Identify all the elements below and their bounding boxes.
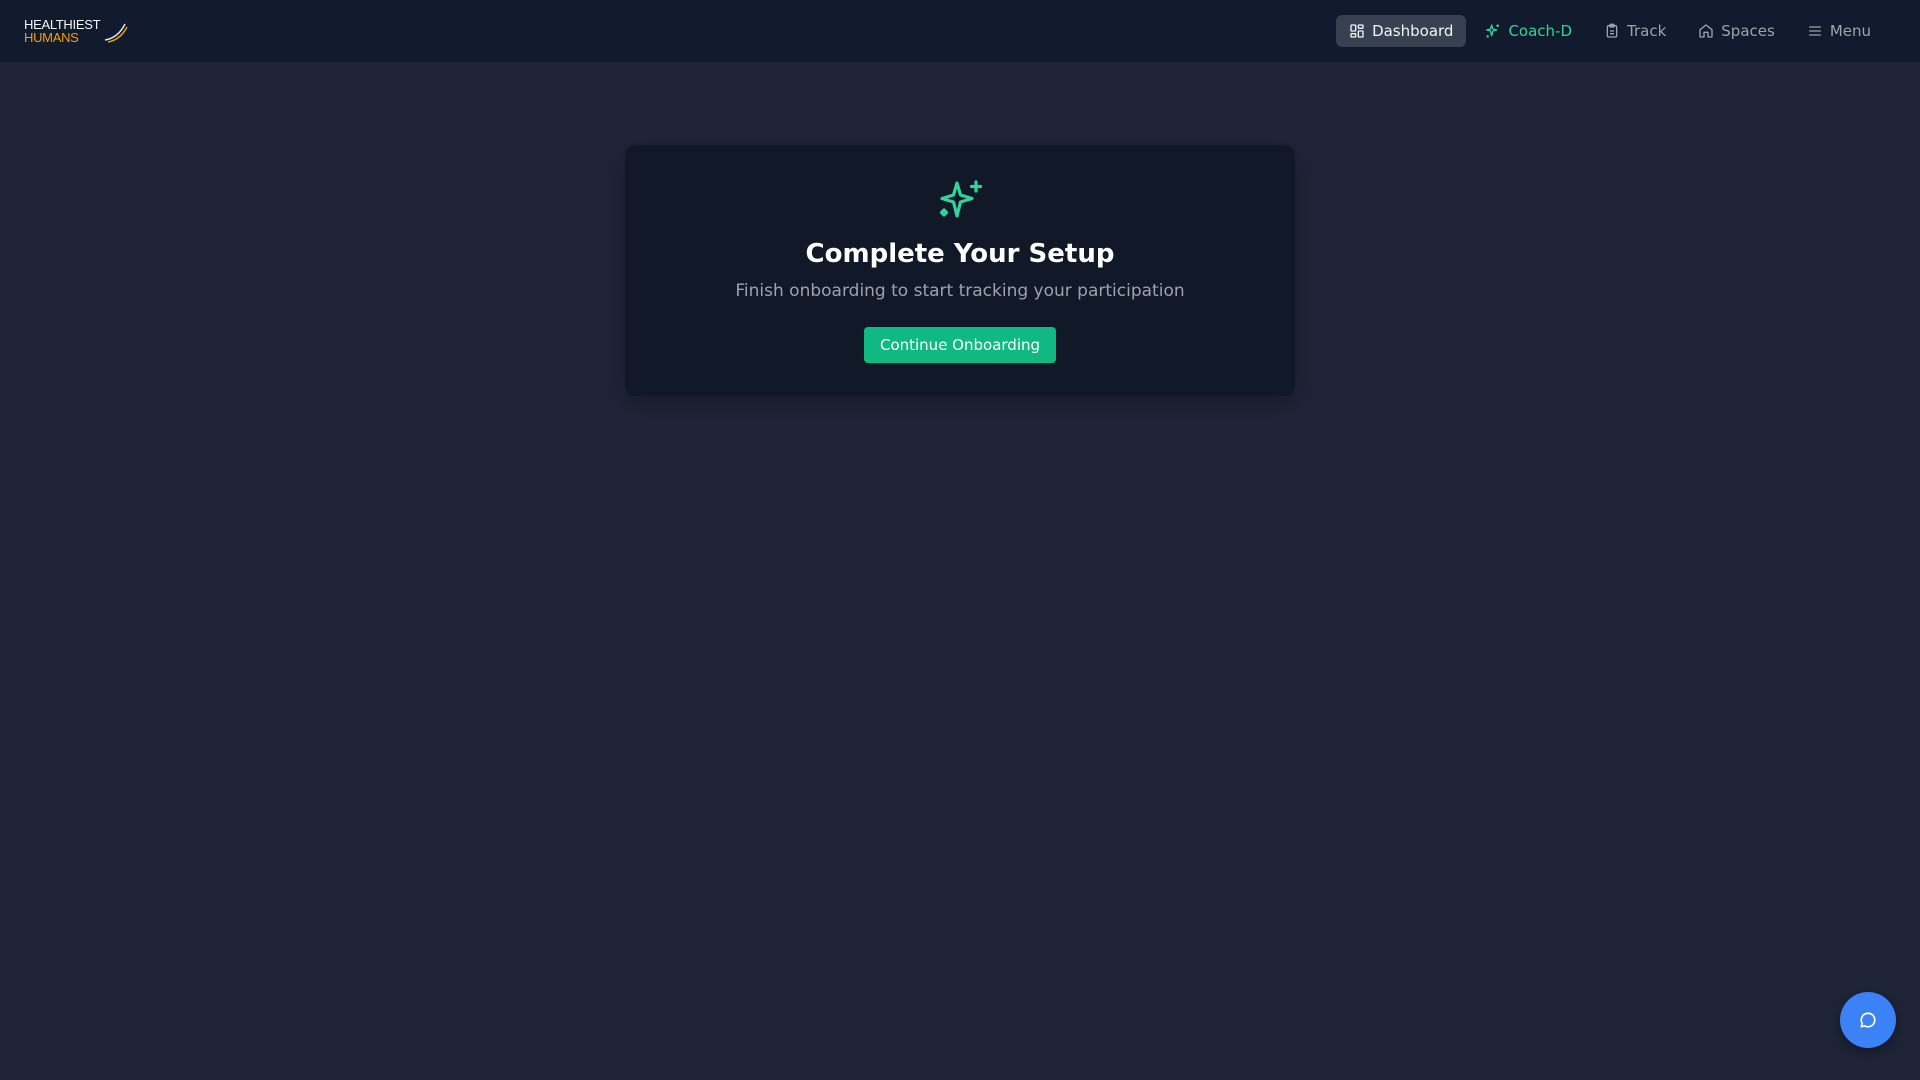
main-nav: Dashboard Coach-D Track Spaces Menu — [1336, 15, 1884, 47]
chat-button[interactable] — [1840, 992, 1896, 1048]
setup-subtitle: Finish onboarding to start tracking your… — [735, 281, 1185, 301]
sparkles-icon — [1486, 24, 1500, 38]
nav-item-dashboard[interactable]: Dashboard — [1336, 15, 1467, 47]
setup-title: Complete Your Setup — [805, 239, 1115, 269]
nav-label-track: Track — [1627, 22, 1667, 40]
clipboard-icon — [1606, 23, 1618, 38]
nav-item-spaces[interactable]: Spaces — [1685, 15, 1788, 47]
sparkles-icon — [939, 180, 983, 218]
logo-wordmark: HEALTHIEST HUMANS — [24, 18, 101, 45]
logo-line-2: HUMANS — [24, 30, 79, 45]
nav-item-coach-d[interactable]: Coach-D — [1472, 15, 1585, 47]
healthiest-humans-logo[interactable]: HEALTHIEST HUMANS — [24, 11, 128, 51]
nav-item-menu[interactable]: Menu — [1794, 15, 1884, 47]
home-icon — [1699, 24, 1713, 38]
nav-item-track[interactable]: Track — [1591, 15, 1679, 47]
nav-label-dashboard: Dashboard — [1372, 22, 1454, 40]
dashboard-grid-icon — [1350, 24, 1364, 38]
nav-label-spaces: Spaces — [1721, 22, 1775, 40]
top-navigation-bar: HEALTHIEST HUMANS Dashboard Coach-D Trac… — [0, 0, 1920, 62]
complete-setup-card: Complete Your Setup Finish onboarding to… — [625, 145, 1295, 396]
nav-label-menu: Menu — [1829, 22, 1871, 40]
continue-onboarding-button[interactable]: Continue Onboarding — [863, 327, 1057, 363]
hamburger-menu-icon — [1808, 26, 1821, 36]
nav-label-coach-d: Coach-D — [1508, 22, 1573, 40]
chat-bubble-icon — [1860, 1012, 1876, 1028]
logo-swoosh-icon — [105, 23, 128, 43]
